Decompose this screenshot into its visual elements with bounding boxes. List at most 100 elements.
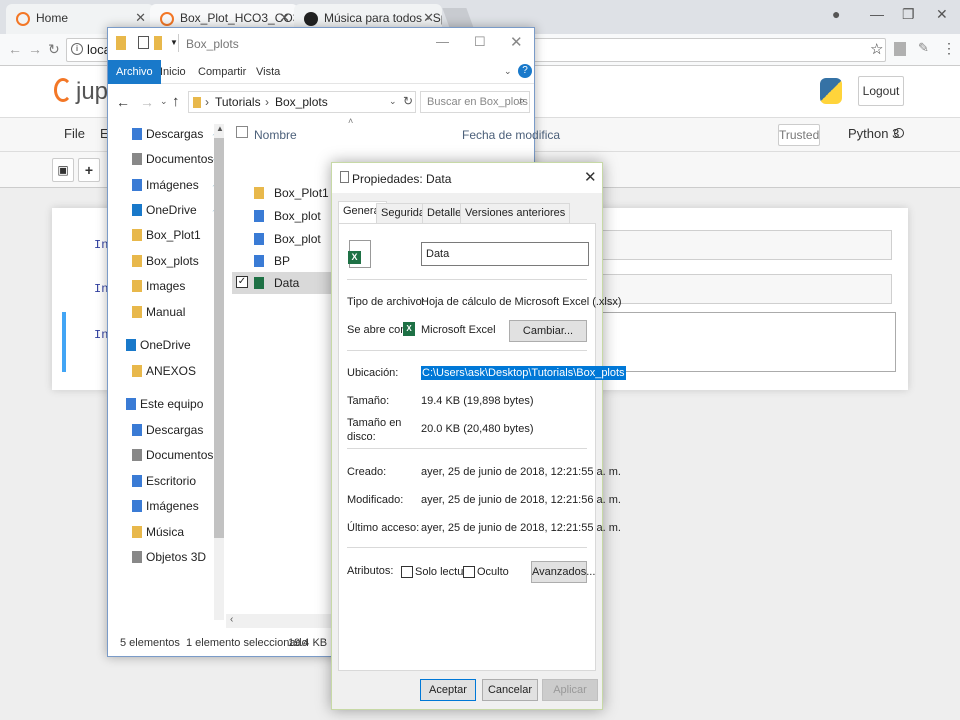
close-icon[interactable]: ✕ bbox=[423, 10, 434, 26]
location-value[interactable]: C:\Users\ask\Desktop\Tutorials\Box_plots bbox=[421, 366, 626, 380]
minimize-icon[interactable]: — bbox=[870, 6, 884, 22]
readonly-checkbox[interactable] bbox=[401, 566, 413, 578]
hidden-checkbox[interactable] bbox=[463, 566, 475, 578]
excel-file-icon bbox=[254, 277, 264, 289]
new-tab-button[interactable] bbox=[442, 8, 474, 28]
nav-item[interactable]: Imágenes bbox=[108, 495, 226, 517]
folder-icon bbox=[132, 153, 142, 165]
select-all-checkbox[interactable] bbox=[236, 126, 248, 138]
save-icon[interactable]: ▣ bbox=[52, 158, 74, 182]
nav-item[interactable]: OneDrive bbox=[108, 334, 226, 356]
nav-item[interactable]: ANEXOS bbox=[108, 360, 226, 382]
scroll-left-icon[interactable]: ‹ bbox=[230, 614, 233, 625]
up-icon[interactable]: ↑ bbox=[172, 93, 180, 110]
nav-item-label: Descargas bbox=[146, 127, 204, 141]
ribbon-tab-vista[interactable]: Vista bbox=[248, 60, 288, 84]
code-cell-input[interactable] bbox=[602, 274, 892, 304]
dialog-title: Propiedades: Data bbox=[352, 172, 452, 186]
nav-item[interactable]: Este equipo bbox=[108, 393, 226, 415]
properties-dialog: Propiedades: Data ✕ General Seguridad De… bbox=[331, 162, 626, 710]
logout-button[interactable]: Logout bbox=[858, 76, 904, 106]
ribbon-tab-inicio[interactable]: Inicio bbox=[152, 60, 194, 84]
ok-button[interactable]: Aceptar bbox=[420, 679, 476, 701]
code-cell-input[interactable] bbox=[602, 312, 896, 372]
cancel-button[interactable]: Cancelar bbox=[482, 679, 538, 701]
address-dropdown-icon[interactable]: ⌄ bbox=[389, 96, 397, 107]
advanced-button[interactable]: Avanzados... bbox=[531, 561, 595, 583]
close-icon[interactable]: ✕ bbox=[135, 10, 146, 26]
nav-item-label: ANEXOS bbox=[146, 364, 197, 378]
nav-item[interactable]: Box_plots bbox=[108, 250, 226, 272]
bookmark-star-icon[interactable]: ☆ bbox=[870, 40, 883, 58]
separator bbox=[347, 350, 587, 351]
forward-icon[interactable]: → bbox=[140, 94, 154, 110]
forward-icon[interactable]: → bbox=[28, 41, 42, 57]
account-icon[interactable]: ● bbox=[832, 6, 840, 22]
nav-item[interactable]: Escritorio bbox=[108, 470, 226, 492]
maximize-icon[interactable]: ☐ bbox=[474, 34, 486, 50]
nav-item-label: Este equipo bbox=[140, 397, 204, 411]
file-name: Box_Plot1 bbox=[274, 186, 329, 200]
breadcrumb-box-plots[interactable]: Box_plots bbox=[275, 95, 328, 109]
refresh-icon[interactable]: ↻ bbox=[403, 94, 413, 108]
horizontal-scrollbar[interactable]: ‹ bbox=[226, 614, 331, 628]
extension-icon[interactable]: ✎ bbox=[918, 40, 929, 56]
back-icon[interactable]: ← bbox=[8, 41, 22, 57]
column-header-name[interactable]: Nombre bbox=[254, 128, 297, 142]
pdf-extension-icon[interactable] bbox=[894, 42, 906, 56]
properties-quick-icon[interactable] bbox=[138, 36, 149, 49]
nav-item[interactable]: Objetos 3D bbox=[108, 546, 226, 568]
jupyter-tab-icon bbox=[160, 12, 174, 26]
nav-item[interactable]: Descargas bbox=[108, 419, 226, 441]
back-icon[interactable]: ← bbox=[116, 94, 130, 110]
row-checkbox[interactable]: ✓ bbox=[236, 276, 248, 288]
tab-versiones-anteriores[interactable]: Versiones anteriores bbox=[460, 203, 571, 223]
info-icon[interactable]: i bbox=[71, 43, 83, 55]
column-header-date[interactable]: Fecha de modifica bbox=[462, 128, 560, 142]
ribbon-tab-compartir[interactable]: Compartir bbox=[190, 60, 254, 84]
disk-size-value: 20.0 KB (20,480 bytes) bbox=[421, 423, 534, 435]
nav-scrollbar-thumb[interactable] bbox=[214, 138, 224, 538]
customize-toolbar-icon[interactable]: ▼ bbox=[170, 38, 178, 47]
title-separator bbox=[178, 34, 179, 52]
search-input[interactable]: Buscar en Box_plots ⌕ bbox=[420, 91, 530, 113]
file-icon bbox=[254, 210, 264, 222]
general-panel: X Data Tipo de archivo: Hoja de cálculo … bbox=[338, 223, 626, 671]
scroll-up-icon[interactable]: ▲ bbox=[216, 124, 224, 133]
close-icon[interactable]: ✕ bbox=[279, 10, 290, 26]
nav-item[interactable]: Box_Plot1 bbox=[108, 224, 226, 246]
trusted-badge[interactable]: Trusted bbox=[778, 124, 820, 146]
menu-icon[interactable]: ⋮ bbox=[942, 40, 956, 57]
new-folder-icon[interactable] bbox=[154, 36, 162, 50]
close-icon[interactable]: ✕ bbox=[510, 33, 523, 51]
nav-item[interactable]: Documentos bbox=[108, 444, 226, 466]
add-cell-icon[interactable]: + bbox=[78, 158, 100, 182]
folder-icon bbox=[132, 475, 142, 487]
minimize-icon[interactable]: — bbox=[436, 34, 449, 49]
folder-icon bbox=[132, 179, 142, 191]
close-icon[interactable]: ✕ bbox=[584, 168, 597, 186]
expand-ribbon-icon[interactable]: ⌄ bbox=[504, 66, 512, 77]
restore-icon[interactable]: ❐ bbox=[902, 6, 915, 23]
nav-item[interactable]: Descargas📌 bbox=[108, 123, 226, 145]
apply-button[interactable]: Aplicar bbox=[542, 679, 598, 701]
recent-locations-icon[interactable]: ⌄ bbox=[160, 96, 168, 107]
nav-item[interactable]: Música bbox=[108, 521, 226, 543]
nav-item[interactable]: Imágenes📌 bbox=[108, 174, 226, 196]
menu-file[interactable]: File bbox=[64, 126, 85, 141]
nav-item[interactable]: OneDrive📌 bbox=[108, 199, 226, 221]
help-icon[interactable]: ? bbox=[518, 64, 532, 78]
nav-item[interactable]: Manual bbox=[108, 301, 226, 323]
breadcrumb-tutorials[interactable]: Tutorials bbox=[215, 95, 261, 109]
window-title: Box_plots bbox=[186, 37, 239, 51]
nav-item[interactable]: Images bbox=[108, 275, 226, 297]
filename-input[interactable]: Data bbox=[421, 242, 589, 266]
nav-item[interactable]: Documentos📌 bbox=[108, 148, 226, 170]
address-bar[interactable]: › Tutorials › Box_plots ⌄ ↻ bbox=[188, 91, 416, 113]
close-window-icon[interactable]: ✕ bbox=[936, 6, 948, 23]
separator bbox=[347, 279, 587, 280]
code-cell-input[interactable] bbox=[602, 230, 892, 260]
reload-icon[interactable]: ↻ bbox=[48, 41, 60, 58]
explorer-navbar: ← → ⌄ ↑ › Tutorials › Box_plots ⌄ ↻ Busc… bbox=[108, 88, 534, 118]
change-button[interactable]: Cambiar... bbox=[509, 320, 587, 342]
